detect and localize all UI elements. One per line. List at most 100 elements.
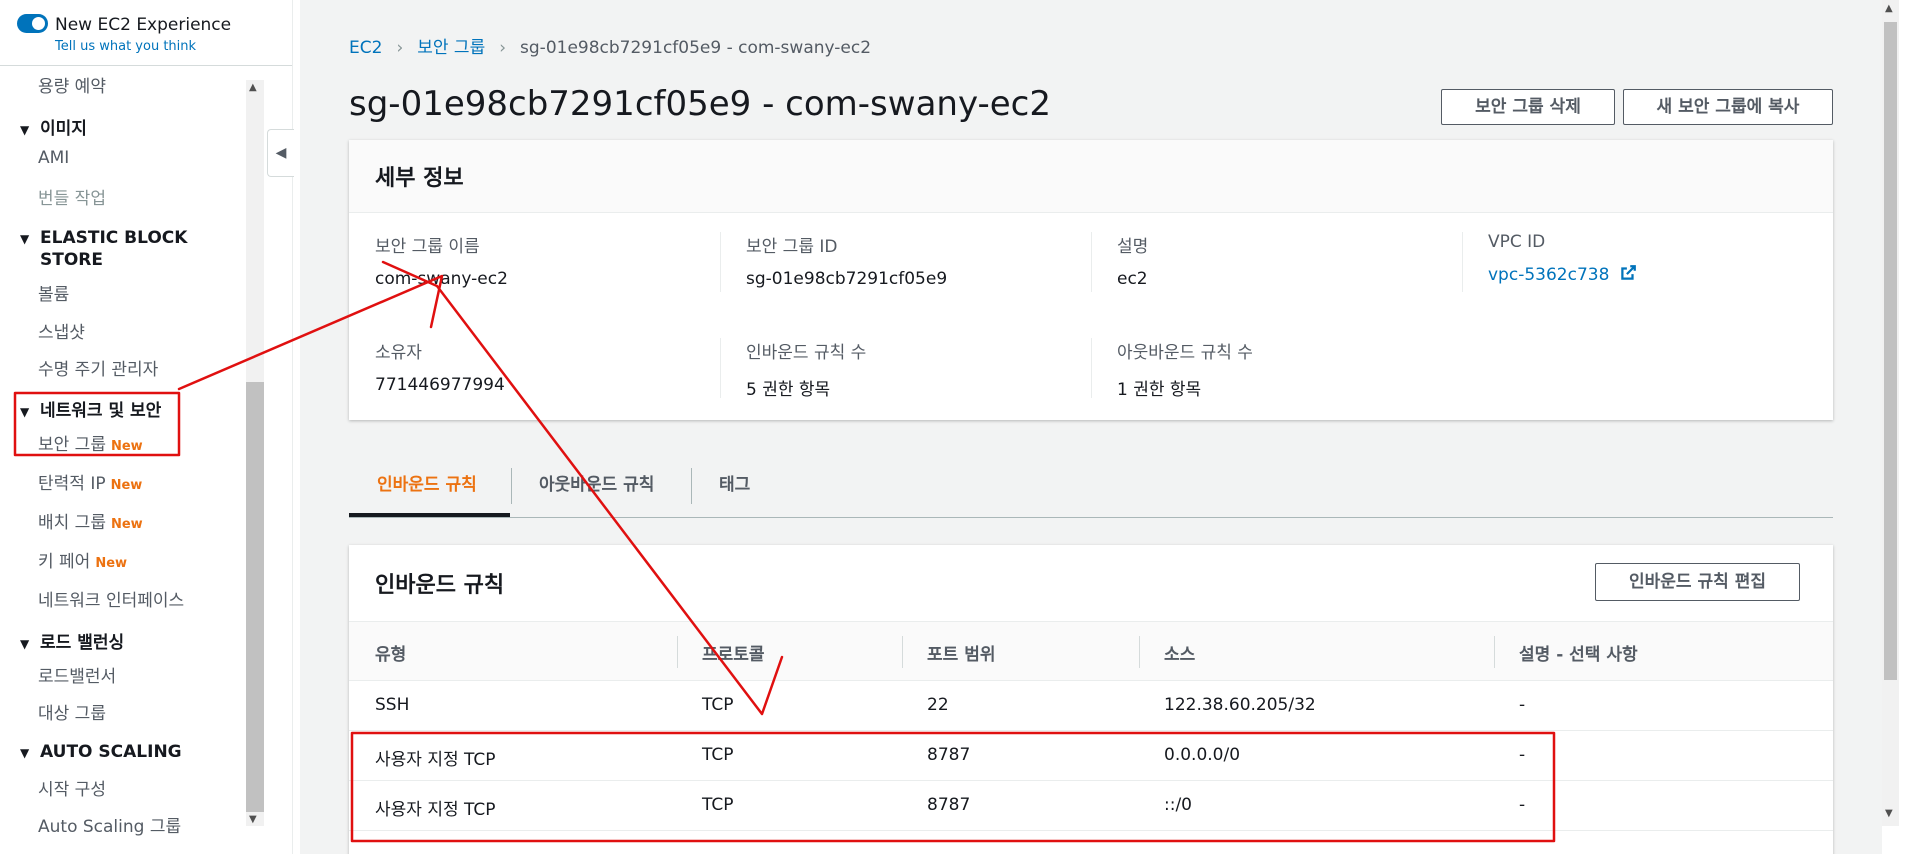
- tab-divider: [691, 468, 692, 504]
- sidebar-scrollbar-thumb[interactable]: [246, 382, 264, 812]
- chevron-left-icon: ◀: [275, 145, 287, 161]
- caret-down-icon: ▼: [20, 123, 30, 137]
- detail-label: 보안 그룹 ID: [746, 237, 838, 257]
- detail-label: 아웃바운드 규칙 수: [1117, 343, 1253, 363]
- sidebar-item-capacity-reservation[interactable]: 용량 예약: [38, 72, 106, 97]
- sidebar-item-target-groups[interactable]: 대상 그룹: [38, 699, 106, 724]
- details-panel: 세부 정보 보안 그룹 이름 com-swany-ec2 보안 그룹 ID sg…: [349, 140, 1833, 420]
- cell-port-range: 22: [927, 695, 949, 715]
- page-scrollbar[interactable]: [1882, 0, 1899, 826]
- column-resizer[interactable]: [1139, 636, 1140, 668]
- detail-value: 5 권한 항목: [746, 380, 831, 400]
- column-divider: [720, 338, 721, 398]
- breadcrumb-security-groups[interactable]: 보안 그룹: [417, 38, 485, 58]
- cell-type: 사용자 지정 TCP: [375, 750, 496, 770]
- detail-label: 설명: [1117, 237, 1149, 257]
- detail-sg-id: 보안 그룹 ID sg-01e98cb7291cf05e9: [746, 232, 1116, 289]
- detail-value: 1 권한 항목: [1117, 380, 1202, 400]
- sidebar-item-bundle-tasks[interactable]: 번들 작업: [38, 184, 106, 209]
- breadcrumb: EC2 › 보안 그룹 › sg-01e98cb7291cf05e9 - com-swa…: [349, 33, 871, 58]
- column-divider: [720, 232, 721, 292]
- column-divider: [1091, 232, 1092, 292]
- sidebar-scrollbar[interactable]: [246, 80, 264, 826]
- cell-source: 0.0.0.0/0: [1164, 745, 1241, 765]
- page-title: sg-01e98cb7291cf05e9 - com-swany-ec2: [349, 84, 1051, 124]
- detail-label: 인바운드 규칙 수: [746, 343, 867, 363]
- new-badge: New: [110, 439, 143, 454]
- collapse-sidebar-button[interactable]: ◀: [267, 129, 294, 177]
- column-header-port-range[interactable]: 포트 범위: [927, 640, 995, 665]
- table-row[interactable]: SSH TCP 22 122.38.60.205/32 -: [349, 681, 1833, 731]
- new-badge: New: [110, 478, 143, 493]
- detail-value: 771446977994: [375, 375, 505, 395]
- page-scrollbar-thumb[interactable]: [1884, 22, 1897, 680]
- column-header-description[interactable]: 설명 - 선택 사항: [1519, 640, 1638, 665]
- sidebar-item-load-balancers[interactable]: 로드밸런서: [38, 662, 116, 687]
- sidebar-item-volumes[interactable]: 볼륨: [38, 280, 69, 305]
- tab-inbound-rules[interactable]: 인바운드 규칙: [377, 470, 477, 495]
- detail-value: com-swany-ec2: [375, 269, 508, 289]
- delete-security-group-button[interactable]: 보안 그룹 삭제: [1441, 89, 1615, 125]
- edit-inbound-rules-button[interactable]: 인바운드 규칙 편집: [1595, 563, 1800, 601]
- tab-outbound-rules[interactable]: 아웃바운드 규칙: [539, 470, 654, 495]
- cell-type: SSH: [375, 695, 410, 715]
- sidebar-header: New EC2 Experience Tell us what you thin…: [0, 0, 292, 66]
- sidebar-section-auto-scaling[interactable]: ▼ AUTO SCALING: [20, 742, 182, 762]
- sidebar-item-ami[interactable]: AMI: [38, 148, 69, 168]
- breadcrumb-current: sg-01e98cb7291cf05e9 - com-swany-ec2: [520, 38, 872, 58]
- active-tab-indicator: [349, 513, 510, 517]
- caret-down-icon: ▼: [20, 405, 30, 419]
- sidebar-section-load-balancing[interactable]: ▼ 로드 밸런싱: [20, 628, 124, 653]
- column-resizer[interactable]: [902, 636, 903, 668]
- sidebar-section-images[interactable]: ▼ 이미지: [20, 114, 87, 139]
- detail-label: 소유자: [375, 343, 422, 363]
- column-header-source[interactable]: 소스: [1164, 640, 1195, 665]
- tab-tags[interactable]: 태그: [719, 470, 750, 495]
- cell-source: 122.38.60.205/32: [1164, 695, 1316, 715]
- column-header-protocol[interactable]: 프로토콜: [702, 640, 765, 665]
- column-resizer[interactable]: [1494, 636, 1495, 668]
- sidebar-item-placement-groups[interactable]: 배치 그룹 New: [38, 508, 143, 533]
- cell-description: -: [1519, 745, 1526, 765]
- column-resizer[interactable]: [677, 636, 678, 668]
- sidebar-item-auto-scaling-groups[interactable]: Auto Scaling 그룹: [38, 812, 181, 837]
- vpc-id-link[interactable]: vpc-5362c738: [1488, 264, 1858, 285]
- column-divider: [1462, 232, 1463, 292]
- scroll-down-arrow-icon[interactable]: ▼: [249, 814, 257, 825]
- breadcrumb-ec2[interactable]: EC2: [349, 38, 382, 58]
- sidebar-item-network-interfaces[interactable]: 네트워크 인터페이스: [38, 586, 184, 611]
- sidebar-section-ebs[interactable]: ▼ ELASTIC BLOCK STORE: [20, 228, 187, 271]
- sidebar-item-key-pairs[interactable]: 키 페어 New: [38, 547, 127, 572]
- tab-divider: [511, 468, 512, 504]
- caret-down-icon: ▼: [20, 637, 30, 651]
- column-header-type[interactable]: 유형: [375, 640, 406, 665]
- cell-protocol: TCP: [702, 695, 734, 715]
- toggle-knob: [32, 17, 45, 30]
- table-row[interactable]: 사용자 지정 TCP TCP 8787 ::/0 -: [349, 781, 1833, 831]
- scroll-up-arrow-icon[interactable]: ▲: [249, 82, 257, 93]
- table-row[interactable]: 사용자 지정 TCP TCP 8787 0.0.0.0/0 -: [349, 731, 1833, 781]
- sidebar-item-lifecycle-manager[interactable]: 수명 주기 관리자: [38, 355, 158, 380]
- detail-description: 설명 ec2: [1117, 232, 1487, 289]
- table-header: 유형 프로토콜 포트 범위 소스 설명 - 선택 사항: [349, 621, 1833, 681]
- sidebar-item-snapshots[interactable]: 스냅샷: [38, 318, 85, 343]
- new-experience-label: New EC2 Experience: [55, 15, 232, 35]
- sidebar-section-network-security[interactable]: ▼ 네트워크 및 보안: [20, 396, 161, 421]
- detail-label: VPC ID: [1488, 232, 1546, 252]
- detail-vpc-id: VPC ID vpc-5362c738: [1488, 232, 1858, 285]
- copy-to-new-security-group-button[interactable]: 새 보안 그룹에 복사: [1623, 89, 1833, 125]
- new-badge: New: [110, 517, 143, 532]
- cell-type: 사용자 지정 TCP: [375, 800, 496, 820]
- detail-inbound-count: 인바운드 규칙 수 5 권한 항목: [746, 338, 1116, 400]
- external-link-icon: [1621, 265, 1636, 280]
- new-experience-toggle[interactable]: [17, 14, 48, 33]
- detail-value: ec2: [1117, 269, 1148, 289]
- caret-down-icon: ▼: [20, 746, 30, 760]
- feedback-link[interactable]: Tell us what you think: [55, 39, 196, 54]
- sidebar-item-launch-configurations[interactable]: 시작 구성: [38, 775, 106, 800]
- detail-outbound-count: 아웃바운드 규칙 수 1 권한 항목: [1117, 338, 1487, 400]
- scroll-up-arrow-icon[interactable]: ▲: [1885, 3, 1893, 14]
- sidebar-item-security-groups[interactable]: 보안 그룹 New: [38, 430, 143, 455]
- scroll-down-arrow-icon[interactable]: ▼: [1885, 808, 1893, 819]
- sidebar-item-elastic-ip[interactable]: 탄력적 IP New: [38, 469, 142, 494]
